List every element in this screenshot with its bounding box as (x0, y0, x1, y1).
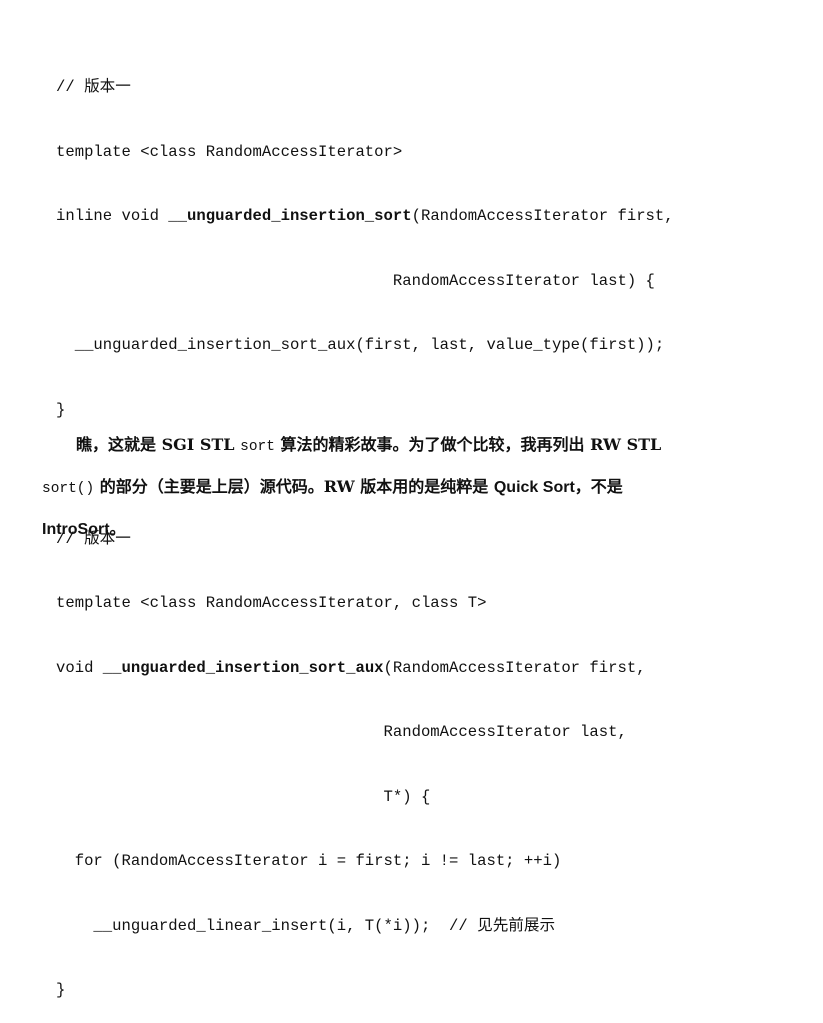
code-line: inline void __unguarded_insertion_sort(R… (56, 206, 674, 228)
code-line: T*) { (56, 787, 431, 806)
code-line: void __unguarded_insertion_sort_aux(Rand… (56, 658, 674, 680)
inline-code: sort (240, 439, 275, 455)
code-text: (RandomAccessIterator first, (383, 658, 646, 677)
prose-text: 瞧，这就是 SGI STL (76, 435, 241, 454)
code-line: __unguarded_linear_insert(i, T(*i)); // … (56, 916, 556, 935)
body-paragraph: 瞧，这就是 SGI STL sort 算法的精彩故事。为了做个比较，我再列出 R… (42, 425, 782, 549)
function-name: __unguarded_insertion_sort_aux (102, 658, 384, 677)
quick-sort-term: Quick Sort (493, 479, 575, 496)
code-line: for (RandomAccessIterator i = first; i !… (56, 852, 562, 870)
code-line: template <class RandomAccessIterator, cl… (56, 594, 487, 612)
prose-text: 。 (109, 519, 126, 538)
code-comment: // 版本一 (56, 78, 131, 96)
code-text: (RandomAccessIterator first, (411, 207, 674, 225)
function-name: __unguarded_insertion_sort (168, 207, 412, 225)
code-line: } (56, 981, 66, 999)
code-line: RandomAccessIterator last, (56, 723, 627, 741)
paragraph-line: sort() 的部分（主要是上层）源代码。RW 版本用的是纯粹是 Quick S… (42, 477, 623, 497)
introsort-term: IntroSort (42, 521, 110, 538)
prose-text: ，不是 (574, 477, 623, 496)
code-text: inline void (56, 207, 169, 225)
prose-text: 算法的精彩故事。为了做个比较，我再列出 RW STL (274, 435, 662, 454)
code-text: void (56, 658, 103, 677)
paragraph-line: 瞧，这就是 SGI STL sort 算法的精彩故事。为了做个比较，我再列出 R… (42, 425, 782, 467)
code-line: template <class RandomAccessIterator> (56, 142, 403, 161)
prose-text: 的部分（主要是上层）源代码。RW 版本用的是纯粹是 (94, 477, 494, 496)
code-line: } (56, 400, 66, 419)
inline-code: sort() (42, 481, 95, 497)
paragraph-line: IntroSort。 (42, 519, 126, 538)
code-line: __unguarded_insertion_sort_aux(first, la… (56, 336, 665, 354)
code-line: RandomAccessIterator last) { (56, 271, 655, 290)
